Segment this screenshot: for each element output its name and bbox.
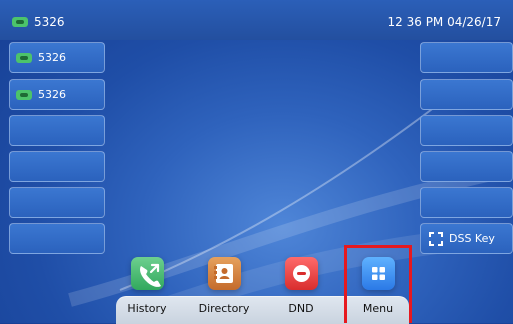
dss-key-1[interactable] (420, 42, 513, 73)
phone-call-icon (130, 257, 164, 290)
line-key-label: 5326 (38, 88, 66, 101)
expand-icon (429, 231, 443, 246)
directory-label: Directory (198, 302, 250, 315)
do-not-disturb-icon (284, 257, 318, 290)
dss-key-2[interactable] (420, 79, 513, 110)
line-key-3[interactable] (9, 115, 105, 146)
line-key-2[interactable]: 5326 (9, 79, 105, 110)
dss-key-3[interactable] (420, 115, 513, 146)
line-key-1[interactable]: 5326 (9, 42, 105, 73)
dss-key-label: DSS Key (449, 232, 495, 245)
dss-key-more[interactable]: DSS Key (420, 223, 513, 254)
phone-icon (16, 52, 32, 63)
phone-icon (16, 89, 32, 100)
account-status: 5326 (12, 15, 65, 29)
line-key-label: 5326 (38, 51, 66, 64)
history-app[interactable]: History (112, 257, 182, 315)
date-time: 12 36 PM 04/26/17 (387, 15, 501, 29)
dnd-app[interactable]: DND (266, 257, 336, 315)
history-label: History (127, 302, 167, 315)
status-bar: 5326 12 36 PM 04/26/17 (0, 0, 513, 40)
line-key-6[interactable] (9, 223, 105, 254)
line-key-4[interactable] (9, 151, 105, 182)
contacts-book-icon (207, 257, 241, 290)
dss-key-5[interactable] (420, 187, 513, 218)
dnd-label: DND (288, 302, 314, 315)
line-key-5[interactable] (9, 187, 105, 218)
menu-highlight-box (344, 245, 412, 323)
directory-app[interactable]: Directory (189, 257, 259, 315)
phone-status-icon (12, 17, 28, 27)
account-number: 5326 (34, 15, 65, 29)
dss-key-4[interactable] (420, 151, 513, 182)
